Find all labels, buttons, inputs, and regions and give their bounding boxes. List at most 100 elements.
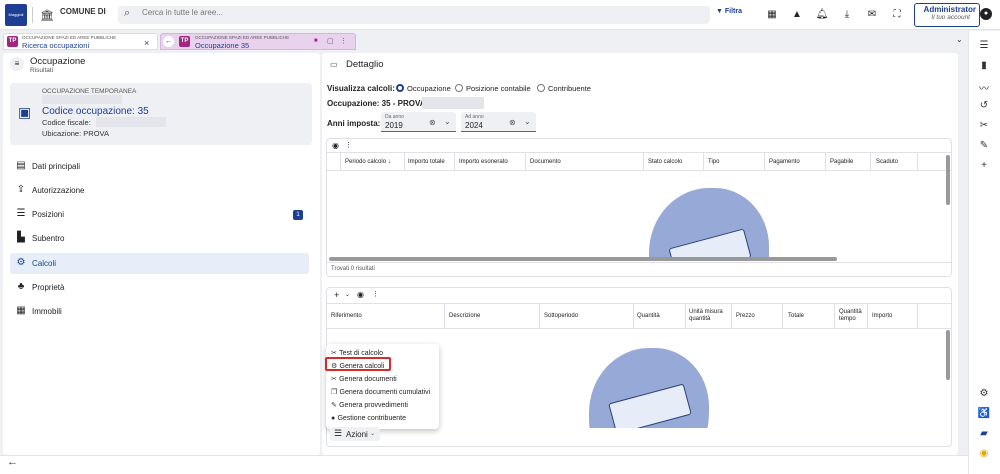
column-header[interactable]: Unità misura quantità [689, 309, 729, 323]
column-header[interactable]: Totale [788, 313, 804, 319]
book-icon[interactable]: ▮ [976, 60, 992, 74]
more-vert-icon[interactable]: ⋮ [372, 290, 379, 298]
column-separator [834, 304, 835, 328]
column-header[interactable]: Pagabile [830, 159, 853, 165]
copy-icon: ❐ [331, 389, 338, 396]
vertical-scrollbar[interactable] [946, 155, 950, 205]
column-header[interactable]: Importo totale [408, 159, 445, 165]
column-separator [731, 304, 732, 328]
column-header[interactable]: Tipo [708, 159, 719, 165]
menu-item-genera-documenti[interactable]: ✂ Genera documenti [331, 374, 397, 386]
maggioli-logo[interactable]: Maggioli [5, 4, 27, 26]
bell-icon[interactable]: 🔔︎ [813, 6, 831, 24]
chevron-down-icon[interactable]: ⌄ [345, 291, 350, 298]
occupation-type: OCCUPAZIONE TEMPORANEA [42, 88, 137, 95]
tab-title: Occupazione 35 [195, 41, 250, 50]
radio-occupazione[interactable] [396, 84, 404, 92]
horizontal-scrollbar[interactable] [329, 257, 837, 261]
gear-icon: ⚙ [16, 257, 26, 268]
column-header[interactable]: Riferimento [331, 313, 362, 319]
occupazione-text: Occupazione: 35 - PROVA - [327, 99, 431, 108]
add-icon[interactable]: + [334, 290, 339, 300]
sidebar-item-label: Immobili [32, 307, 62, 316]
tab-close-icon[interactable]: × [144, 38, 149, 48]
back-arrow-icon[interactable]: ← [163, 36, 174, 47]
accessibility-icon[interactable]: ♿ [976, 408, 992, 422]
download-icon[interactable]: ⤓ [838, 6, 856, 24]
column-header[interactable]: Sottoperiodo [544, 313, 578, 319]
chevron-down-icon[interactable]: ⌄ [956, 35, 963, 44]
count-badge: 1 [293, 210, 303, 220]
sidebar-item-label: Proprietà [32, 283, 65, 292]
menu-item-label: Genera provvedimenti [339, 402, 408, 409]
tools-icon: ✂ [331, 376, 337, 383]
panel-title: Occupazione [30, 56, 86, 67]
help-icon[interactable]: ◉ [976, 448, 992, 462]
column-header[interactable]: Descrizione [449, 313, 480, 319]
apps-grid-icon[interactable]: ▦ [763, 6, 781, 24]
empty-state-illustration [649, 188, 769, 258]
occupation-code: Codice occupazione: 35 [42, 106, 149, 117]
filter-label: Filtra [724, 8, 743, 15]
back-arrow-icon[interactable]: ← [7, 456, 18, 468]
chevron-down-icon: ⌄ [370, 431, 376, 437]
module-badge-icon: TP [7, 36, 18, 47]
field-value: 2024 [465, 121, 483, 130]
fullscreen-icon[interactable]: ⛶ [888, 6, 906, 24]
tools-icon[interactable]: ✂ [976, 120, 992, 134]
clear-icon[interactable]: ⊗ [429, 118, 436, 127]
column-separator [444, 304, 445, 328]
bookmark-icon[interactable]: ▢ [327, 37, 334, 45]
column-header[interactable]: Importo [872, 313, 892, 319]
add-icon[interactable]: + [976, 160, 992, 174]
edit-doc-icon[interactable]: ✎ [976, 140, 992, 154]
menu-item-genera-provvedimenti[interactable]: ✎ Genera provvedimenti [331, 400, 408, 412]
column-header[interactable]: Documento [530, 159, 561, 165]
column-separator [703, 153, 704, 170]
chart-line-icon[interactable]: 〰 [976, 80, 992, 95]
menu-icon[interactable]: ≡ [10, 57, 24, 71]
clear-icon[interactable]: ⊗ [509, 118, 516, 127]
pin-icon[interactable]: ■ [314, 38, 318, 44]
column-separator [870, 153, 871, 170]
filter-button[interactable]: ▼ Filtra [716, 8, 742, 15]
menu-item-gestione-contribuente[interactable]: ● Gestione contribuente [331, 413, 406, 425]
column-header[interactable]: Pagamento [769, 159, 800, 165]
gear-icon[interactable]: ⚙ [976, 388, 992, 402]
eye-icon[interactable]: ◉ [332, 141, 339, 150]
column-header[interactable]: Importo esonerato [459, 159, 508, 165]
sidebar-item-label: Subentro [32, 234, 65, 243]
chevron-down-icon[interactable]: ⌄ [444, 117, 451, 126]
radio-contribuente[interactable] [537, 84, 545, 92]
building-icon: ▦ [16, 305, 26, 316]
file-swap-icon: ▙ [17, 232, 25, 243]
mail-icon[interactable]: ✉ [863, 6, 881, 24]
user-role: Il tuo account [931, 14, 970, 21]
user-avatar-icon[interactable]: ● [980, 8, 992, 20]
vertical-scrollbar[interactable] [946, 330, 950, 380]
sidebar-item-label: Dati principali [32, 162, 81, 171]
column-header[interactable]: Quantità tempo [839, 309, 865, 323]
column-header[interactable]: Prezzo [736, 313, 755, 319]
eye-icon[interactable]: ◉ [357, 290, 364, 299]
divider [326, 262, 952, 263]
tab-title: Ricerca occupazioni [22, 41, 90, 50]
bottom-bar [0, 455, 968, 474]
column-header[interactable]: Quantità [637, 313, 660, 319]
history-icon[interactable]: ↺ [976, 100, 992, 114]
search-input[interactable] [142, 8, 642, 17]
sidebar-item-label: Calcoli [32, 259, 57, 268]
chat-icon[interactable]: ▰ [976, 428, 992, 442]
warning-icon[interactable]: ▲ [788, 6, 806, 24]
more-vert-icon[interactable]: ⋮ [340, 37, 347, 45]
more-vert-icon[interactable]: ⋮ [345, 141, 352, 149]
radio-posizione-contabile[interactable] [455, 84, 463, 92]
menu-item-genera-documenti-cumulativi[interactable]: ❐ Genera documenti cumulativi [331, 387, 430, 399]
chevron-down-icon[interactable]: ⌄ [524, 117, 531, 126]
column-header[interactable]: Scaduto [876, 159, 898, 165]
pen-icon: ✎ [331, 402, 337, 409]
column-header[interactable]: Periodo calcolo ↓ [345, 159, 391, 165]
list-icon[interactable]: ☰ [976, 40, 992, 54]
town-hall-icon: 🏛 [40, 10, 54, 22]
column-header[interactable]: Stato calcolo [648, 159, 682, 165]
